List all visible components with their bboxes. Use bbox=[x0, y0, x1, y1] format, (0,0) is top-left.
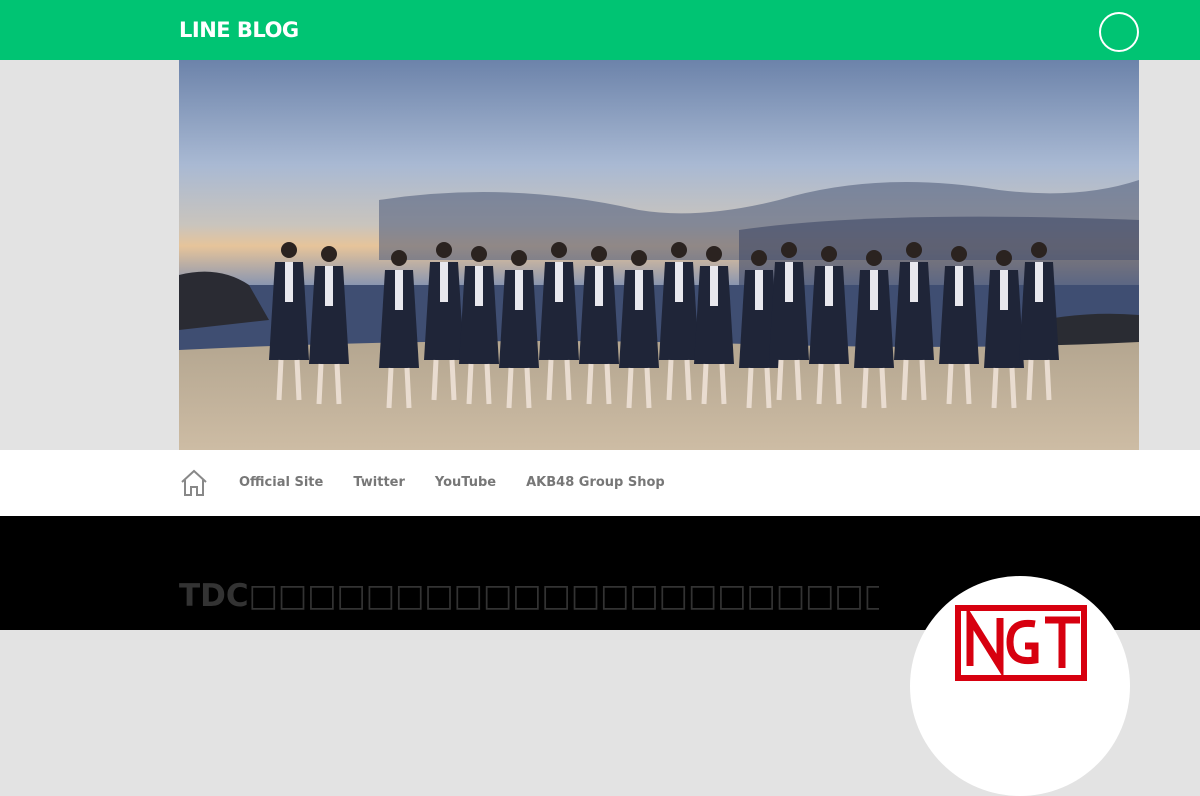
nav-link-youtube[interactable]: YouTube bbox=[435, 472, 496, 494]
nav-link-akb48-shop[interactable]: AKB48 Group Shop bbox=[526, 472, 665, 494]
group-photo bbox=[179, 60, 1139, 450]
nav-links: Official Site Twitter YouTube AKB48 Grou… bbox=[239, 472, 665, 494]
nav-link-twitter[interactable]: Twitter bbox=[353, 472, 405, 494]
nav-link-official-site[interactable]: Official Site bbox=[239, 472, 323, 494]
blog-title[interactable]: TDC□□□□□□□□□□□□□□□□□□□□□□□□□□ bbox=[179, 576, 879, 616]
line-blog-logo[interactable]: LINE BLOG bbox=[179, 15, 299, 45]
user-menu-button[interactable] bbox=[1099, 12, 1139, 52]
top-bar: LINE BLOG bbox=[0, 0, 1200, 60]
home-icon[interactable] bbox=[179, 468, 209, 498]
profile-avatar[interactable] bbox=[910, 576, 1130, 796]
ngt-logo bbox=[955, 605, 1087, 681]
hero-image bbox=[179, 60, 1139, 450]
